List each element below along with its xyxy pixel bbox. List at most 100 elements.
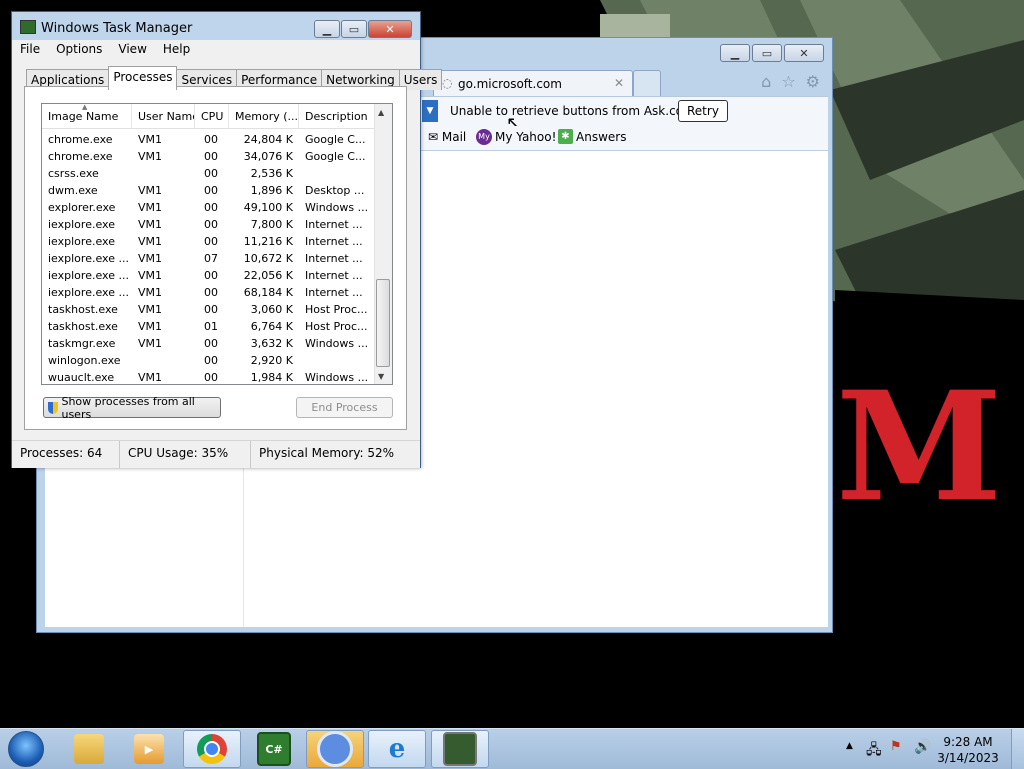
cell-memory: 11,216 K (243, 235, 293, 248)
favorite-my-yahoo[interactable]: My My Yahoo! (476, 129, 556, 145)
close-tab-icon[interactable]: ✕ (614, 76, 624, 90)
volume-icon[interactable]: 🔊 (914, 739, 931, 755)
cell-memory: 10,672 K (243, 252, 293, 265)
toolbar-notice: Unable to retrieve buttons from Ask.com. (450, 104, 699, 118)
show-all-processes-button[interactable]: Show processes from all users (43, 395, 221, 421)
gear-icon[interactable]: ⚙ (806, 72, 820, 91)
window-title-text: Windows Task Manager (41, 21, 193, 36)
taskbar-media-player[interactable]: ▶ (120, 730, 178, 768)
home-icon[interactable]: ⌂ (761, 72, 771, 91)
cell-memory: 2,536 K (250, 167, 293, 180)
cell-cpu: 00 (204, 167, 218, 180)
task-manager-body: Applications Processes Services Performa… (12, 60, 443, 440)
cell-description: Internet ... (305, 286, 363, 299)
cell-user-name: VM1 (138, 269, 163, 282)
taskbar-chrome-alt[interactable] (306, 730, 364, 768)
favorite-mail-label: Mail (441, 130, 467, 144)
tab-processes[interactable]: Processes (108, 66, 178, 90)
favorite-mail[interactable]: ✉ Mail (428, 130, 466, 144)
close-button[interactable]: ✕ (368, 20, 412, 38)
scroll-down-icon[interactable]: ▼ (378, 372, 384, 381)
toolbar-dropdown-icon[interactable]: ▼ (422, 100, 438, 122)
column-description[interactable]: Description (299, 104, 375, 128)
table-row[interactable]: iexplore.exe VM1 00 7,800 K Internet ... (42, 216, 375, 233)
taskbar-explorer[interactable] (60, 730, 118, 768)
maximize-button[interactable]: ▭ (341, 20, 367, 38)
cell-cpu: 07 (204, 252, 218, 265)
scroll-thumb[interactable] (376, 279, 390, 367)
table-row[interactable]: taskhost.exe VM1 01 6,764 K Host Proc... (42, 318, 375, 335)
cell-cpu: 00 (204, 184, 218, 197)
process-rows: chrome.exe VM1 00 24,804 K Google C... chrome… (42, 131, 375, 384)
show-desktop-button[interactable] (1011, 729, 1024, 769)
table-row[interactable]: csrss.exe 00 2,536 K (42, 165, 375, 182)
cell-user-name: VM1 (138, 320, 163, 333)
table-row[interactable]: taskhost.exe VM1 00 3,060 K Host Proc... (42, 301, 375, 318)
column-image-name[interactable]: ▲ Image Name (42, 104, 132, 128)
table-row[interactable]: chrome.exe VM1 00 24,804 K Google C... (42, 131, 375, 148)
cell-image-name: taskhost.exe (48, 303, 118, 316)
cell-description: Host Proc... (305, 303, 368, 316)
chrome-alt-icon (317, 731, 353, 767)
taskbar-internet-explorer[interactable]: e (368, 730, 426, 768)
network-icon[interactable]: 🖧 (866, 739, 882, 763)
browser-tab[interactable]: ◌ go.microsoft.com ✕ (433, 70, 633, 96)
table-row[interactable]: iexplore.exe ... VM1 07 10,672 K Internet ..… (42, 250, 375, 267)
menu-help[interactable]: Help (155, 40, 198, 60)
table-row[interactable]: winlogon.exe 00 2,920 K (42, 352, 375, 369)
table-row[interactable]: wuauclt.exe VM1 00 1,984 K Windows ... (42, 369, 375, 384)
table-row[interactable]: taskmgr.exe VM1 00 3,632 K Windows ... (42, 335, 375, 352)
start-button[interactable] (8, 731, 44, 767)
status-bar: Processes: 64 CPU Usage: 35% Physical Me… (12, 440, 420, 468)
taskbar-csharp[interactable]: C# (245, 730, 303, 768)
table-row[interactable]: iexplore.exe ... VM1 00 68,184 K Internet ..… (42, 284, 375, 301)
cell-cpu: 00 (204, 303, 218, 316)
cell-memory: 68,184 K (243, 286, 293, 299)
close-button[interactable]: ✕ (784, 44, 824, 62)
window-title: Windows Task Manager (20, 20, 192, 36)
cell-description: Host Proc... (305, 320, 368, 333)
cell-image-name: iexplore.exe ... (48, 252, 129, 265)
table-row[interactable]: explorer.exe VM1 00 49,100 K Windows ... (42, 199, 375, 216)
cell-cpu: 01 (204, 320, 218, 333)
minimize-button[interactable]: ▁ (314, 20, 340, 38)
process-list-scrollbar[interactable]: ▲ ▼ (374, 104, 392, 384)
menu-options[interactable]: Options (48, 40, 110, 60)
new-tab-button[interactable] (633, 70, 661, 96)
cell-image-name: iexplore.exe ... (48, 286, 129, 299)
media-player-icon: ▶ (134, 734, 164, 764)
cell-user-name: VM1 (138, 252, 163, 265)
task-manager-window[interactable]: Windows Task Manager ▁ ▭ ✕ File Options … (11, 11, 443, 468)
action-center-icon[interactable]: ⚑ (890, 739, 902, 754)
table-row[interactable]: iexplore.exe ... VM1 00 22,056 K Internet ..… (42, 267, 375, 284)
column-memory[interactable]: Memory (... (229, 104, 299, 128)
maximize-button[interactable]: ▭ (752, 44, 782, 62)
clock[interactable]: 9:28 AM 3/14/2023 (937, 734, 999, 766)
taskbar-task-manager[interactable] (431, 730, 489, 768)
cell-cpu: 00 (204, 354, 218, 367)
menu-view[interactable]: View (110, 40, 154, 60)
minimize-button[interactable]: ▁ (720, 44, 750, 62)
ie-window-controls: ▁ ▭ ✕ (720, 44, 824, 62)
cell-memory: 22,056 K (243, 269, 293, 282)
taskbar-chrome[interactable] (183, 730, 241, 768)
cell-user-name: VM1 (138, 201, 163, 214)
table-row[interactable]: chrome.exe VM1 00 34,076 K Google C... (42, 148, 375, 165)
favorites-star-icon[interactable]: ☆ (781, 72, 795, 91)
show-hidden-icons[interactable]: ▲ (846, 741, 853, 751)
system-tray: ▲ 🖧 ⚑ 🔊 9:28 AM 3/14/2023 (842, 729, 1024, 769)
favorite-answers[interactable]: ✱ Answers (558, 129, 626, 144)
wallpaper-letters: M (836, 359, 1002, 535)
column-cpu[interactable]: CPU (195, 104, 229, 128)
cell-description: Windows ... (305, 371, 369, 384)
column-user-name[interactable]: User Name (132, 104, 195, 128)
retry-button[interactable]: Retry (678, 100, 728, 122)
cell-description: Internet ... (305, 218, 363, 231)
process-list[interactable]: ▲ Image Name User Name CPU Memory (... De… (41, 103, 393, 385)
scroll-up-icon[interactable]: ▲ (378, 108, 384, 117)
table-row[interactable]: iexplore.exe VM1 00 11,216 K Internet ... (42, 233, 375, 250)
cell-user-name: VM1 (138, 337, 163, 350)
menu-file[interactable]: File (12, 40, 48, 60)
table-row[interactable]: dwm.exe VM1 00 1,896 K Desktop ... (42, 182, 375, 199)
end-process-button[interactable]: End Process (296, 397, 393, 418)
